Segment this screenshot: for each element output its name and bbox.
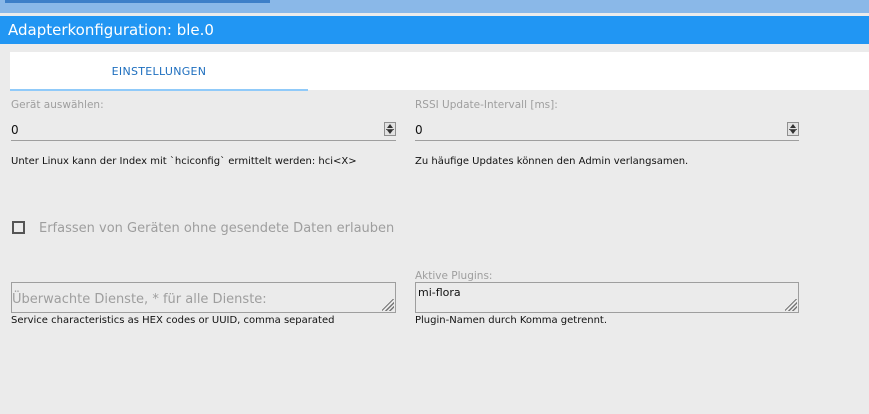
device-label: Gerät auswählen: [11, 99, 104, 111]
tab-label: EINSTELLUNGEN [111, 65, 207, 78]
device-number-input[interactable]: 0 [11, 120, 396, 141]
plugins-value: mi-flora [418, 286, 461, 299]
dialog-title-bar: Adapterkonfiguration: ble.0 [0, 16, 869, 44]
resize-grip-icon[interactable] [382, 299, 394, 311]
services-textarea[interactable]: Überwachte Dienste, * für alle Dienste: [11, 282, 396, 313]
rssi-value: 0 [415, 123, 423, 137]
allow-empty-devices-checkbox[interactable] [12, 221, 25, 234]
resize-grip-icon[interactable] [785, 299, 797, 311]
device-help-text: Unter Linux kann der Index mit `hciconfi… [11, 156, 357, 167]
dialog-title: Adapterkonfiguration: ble.0 [8, 21, 214, 39]
plugins-label: Aktive Plugins: [415, 270, 493, 282]
services-placeholder: Überwachte Dienste, * für alle Dienste: [12, 292, 267, 307]
rssi-label: RSSI Update-Intervall [ms]: [415, 99, 558, 111]
allow-empty-devices-label[interactable]: Erfassen von Geräten ohne gesendete Date… [39, 221, 394, 236]
device-value: 0 [11, 123, 19, 137]
plugins-help-text: Plugin-Namen durch Komma getrennt. [415, 315, 608, 326]
rssi-help-text: Zu häufige Updates können den Admin verl… [415, 156, 689, 167]
top-app-bar [0, 0, 869, 13]
top-tab-indicator [5, 0, 270, 3]
tab-strip: EINSTELLUNGEN [10, 52, 869, 91]
device-spinner-icon[interactable] [384, 122, 396, 136]
services-help-text: Service characteristics as HEX codes or … [11, 315, 335, 326]
rssi-spinner-icon[interactable] [787, 122, 799, 136]
rssi-number-input[interactable]: 0 [415, 120, 799, 141]
tab-einstellungen[interactable]: EINSTELLUNGEN [10, 52, 308, 91]
plugins-textarea[interactable]: mi-flora [415, 282, 799, 313]
